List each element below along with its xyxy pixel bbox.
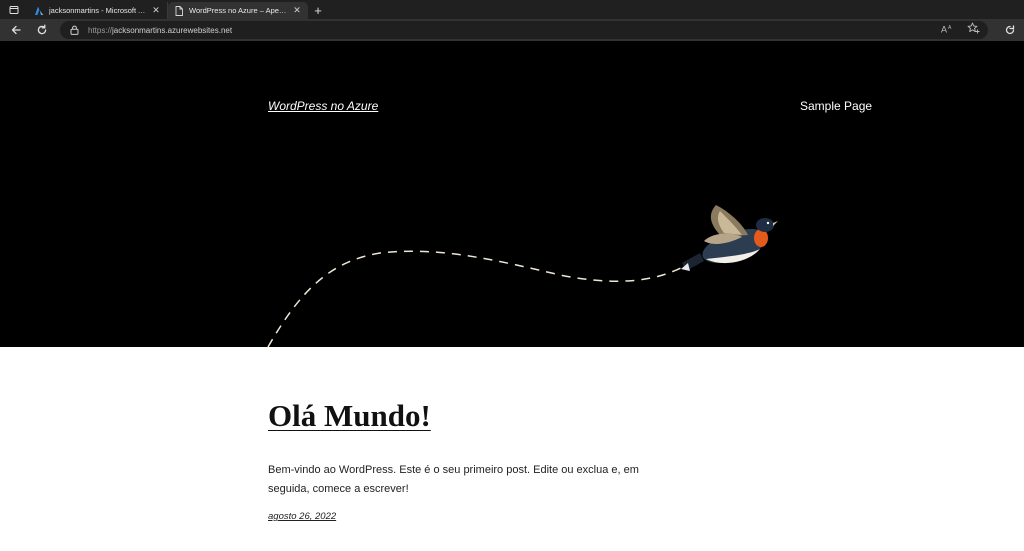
add-favorite-button[interactable] bbox=[967, 21, 980, 39]
url-text[interactable]: https://jacksonmartins.azurewebsites.net bbox=[88, 26, 941, 35]
read-aloud-icon: A A bbox=[941, 25, 952, 35]
extensions-icon bbox=[1005, 25, 1015, 35]
extensions-button[interactable] bbox=[1004, 19, 1016, 41]
tab-close-icon[interactable]: ✕ bbox=[292, 5, 302, 16]
tab-actions-icon bbox=[9, 5, 19, 14]
browser-tab-bar: jacksonmartins - Microsoft Azure ✕ WordP… bbox=[0, 0, 1024, 19]
page-icon bbox=[174, 5, 184, 16]
back-button[interactable] bbox=[3, 19, 29, 41]
refresh-button[interactable] bbox=[29, 19, 55, 41]
bird-flight-illustration bbox=[267, 205, 778, 347]
flight-path bbox=[267, 250, 691, 347]
site-title-link[interactable]: WordPress no Azure bbox=[268, 99, 378, 113]
tab-actions-button[interactable] bbox=[0, 0, 28, 19]
read-aloud-button[interactable]: A A bbox=[941, 21, 953, 39]
url-host: jacksonmartins.azurewebsites.net bbox=[112, 25, 233, 35]
browser-toolbar: https://jacksonmartins.azurewebsites.net… bbox=[0, 19, 1024, 41]
url-protocol: https:// bbox=[88, 25, 113, 35]
favorites-star-icon bbox=[967, 22, 980, 34]
refresh-icon bbox=[37, 24, 47, 35]
azure-icon bbox=[34, 6, 44, 16]
back-arrow-icon bbox=[11, 25, 21, 35]
address-bar-actions: A A bbox=[941, 21, 980, 39]
nav-link-sample-page[interactable]: Sample Page bbox=[800, 99, 872, 113]
post-date-link[interactable]: agosto 26, 2022 bbox=[268, 511, 336, 522]
tab-title: jacksonmartins - Microsoft Azure bbox=[49, 6, 147, 15]
tab-title: WordPress no Azure – Apenas outro site W… bbox=[189, 6, 288, 15]
post-title-link[interactable]: Olá Mundo! bbox=[268, 398, 431, 434]
bird-icon bbox=[681, 205, 778, 271]
tab-wordpress[interactable]: WordPress no Azure – Apenas outro site W… bbox=[168, 2, 308, 19]
tab-close-icon[interactable]: ✕ bbox=[151, 5, 161, 16]
site-header: WordPress no Azure Sample Page bbox=[0, 41, 1024, 347]
svg-text:A: A bbox=[948, 25, 952, 31]
tab-azure-portal[interactable]: jacksonmartins - Microsoft Azure ✕ bbox=[28, 2, 168, 19]
address-bar[interactable]: https://jacksonmartins.azurewebsites.net… bbox=[60, 21, 988, 39]
lock-icon[interactable] bbox=[68, 24, 80, 36]
svg-text:A: A bbox=[941, 25, 947, 35]
new-tab-button[interactable]: + bbox=[308, 2, 328, 19]
post-excerpt: Bem-vindo ao WordPress. Este é o seu pri… bbox=[268, 464, 639, 495]
